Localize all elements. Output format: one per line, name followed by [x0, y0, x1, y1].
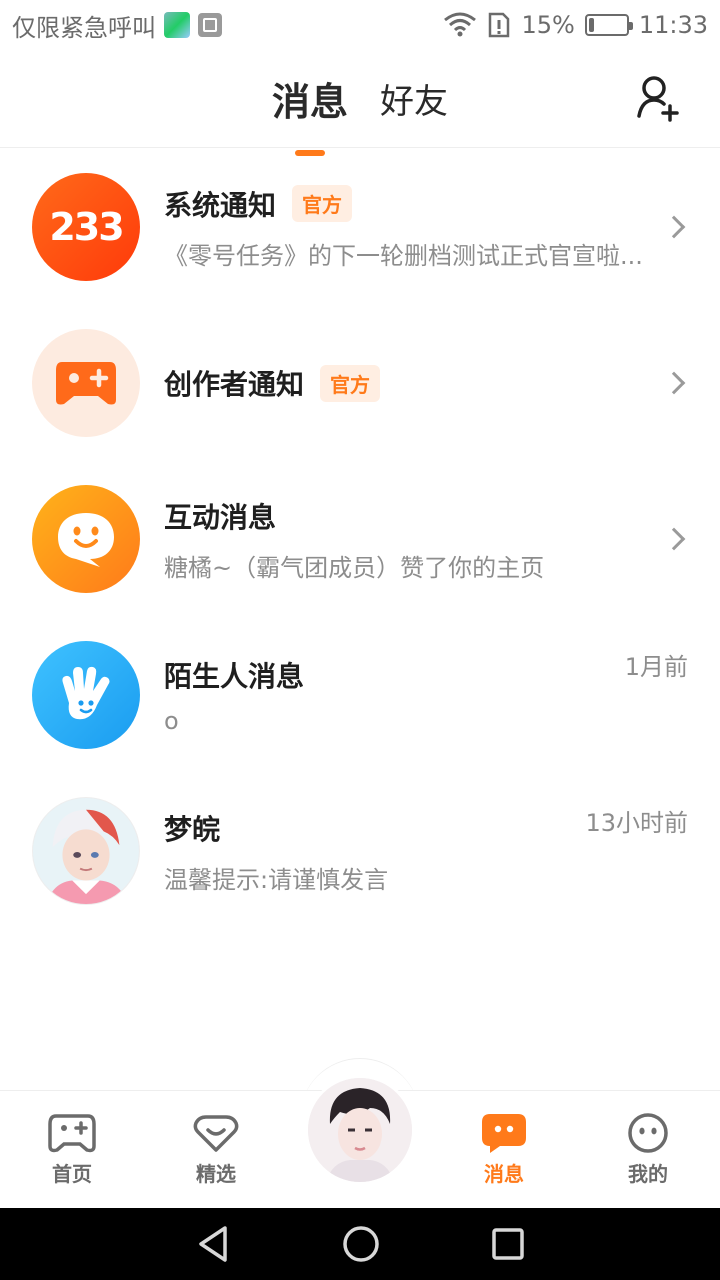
header: 消息 好友	[0, 50, 720, 148]
nav-mine[interactable]: 我的	[576, 1091, 720, 1208]
user-avatar	[32, 797, 140, 905]
official-badge: 官方	[320, 364, 381, 402]
smiley-icon	[628, 1113, 668, 1153]
list-item-body: 创作者通知 官方	[164, 363, 688, 403]
add-person-icon[interactable]	[636, 74, 680, 122]
list-item[interactable]: 陌生人消息 o 1月前	[0, 617, 720, 773]
title-line: 系统通知 官方	[164, 184, 688, 224]
image-notification-icon	[198, 13, 222, 37]
nav-center[interactable]	[288, 1075, 432, 1208]
tab-messages[interactable]: 消息	[272, 71, 348, 128]
title-line: 互动消息	[164, 496, 688, 536]
list-item-subtitle: 《零号任务》的下一轮删档测试正式官宣啦...	[164, 241, 643, 270]
anime-portrait-image	[33, 798, 139, 904]
list-item-time: 13小时前	[585, 809, 688, 837]
gamepad-icon	[48, 1114, 96, 1153]
system-notice-avatar: 233	[32, 173, 140, 281]
tab-bar: 消息 好友	[0, 50, 720, 148]
sim-alert-icon	[489, 12, 510, 38]
nav-messages-label: 消息	[484, 1162, 524, 1186]
title-line: 创作者通知 官方	[164, 363, 688, 403]
avatar-text: 233	[49, 205, 124, 249]
list-item-body: 陌生人消息 o	[164, 655, 688, 735]
nav-mine-label: 我的	[628, 1162, 668, 1186]
recents-icon[interactable]	[491, 1227, 525, 1261]
list-item-title: 梦皖	[164, 812, 221, 846]
nav-featured[interactable]: 精选	[144, 1091, 288, 1208]
gamepad-icon	[56, 362, 116, 405]
bottom-nav: 首页 精选 消息 我的	[0, 1075, 720, 1208]
list-item[interactable]: 233 系统通知 官方 《零号任务》的下一轮删档测试正式官宣啦...	[0, 149, 720, 305]
list-item-title: 系统通知	[164, 188, 277, 222]
profile-avatar[interactable]	[305, 1075, 415, 1185]
list-item[interactable]: 互动消息 糖橘~（霸气团成员）赞了你的主页	[0, 461, 720, 617]
clock: 11:33	[638, 11, 708, 39]
list-item[interactable]: 梦皖 温馨提示:请谨慎发言 13小时前	[0, 773, 720, 929]
list-item[interactable]: 创作者通知 官方	[0, 305, 720, 461]
interaction-avatar	[32, 485, 140, 593]
list-item-subtitle: 糖橘~（霸气团成员）赞了你的主页	[164, 553, 545, 582]
stranger-avatar	[32, 641, 140, 749]
official-badge: 官方	[292, 185, 353, 222]
nav-home[interactable]: 首页	[0, 1091, 144, 1208]
list-item-title: 互动消息	[164, 500, 277, 534]
back-icon[interactable]	[195, 1224, 231, 1264]
list-item-subtitle: 温馨提示:请谨慎发言	[164, 865, 389, 894]
creator-notice-avatar	[32, 329, 140, 437]
message-icon	[482, 1114, 526, 1153]
message-list: 233 系统通知 官方 《零号任务》的下一轮删档测试正式官宣啦... 创作者通知…	[0, 149, 720, 929]
list-item-body: 系统通知 官方 《零号任务》的下一轮删档测试正式官宣啦...	[164, 184, 688, 271]
profile-portrait-image	[308, 1078, 412, 1182]
notification-thumbnail-icon	[164, 12, 190, 38]
battery-icon	[584, 14, 633, 36]
list-item-title: 创作者通知	[164, 368, 305, 401]
nav-messages[interactable]: 消息	[432, 1091, 576, 1208]
heart-chat-icon	[193, 1115, 239, 1152]
title-line: 陌生人消息	[164, 655, 688, 695]
carrier-text: 仅限紧急呼叫	[12, 13, 156, 42]
list-item-subtitle: o	[164, 707, 179, 735]
status-bar: 仅限紧急呼叫 15% 11:33	[0, 0, 720, 50]
home-icon[interactable]	[342, 1225, 380, 1263]
status-right: 15% 11:33	[443, 11, 708, 39]
list-item-body: 互动消息 糖橘~（霸气团成员）赞了你的主页	[164, 496, 688, 583]
wifi-icon	[444, 12, 477, 37]
status-left: 仅限紧急呼叫	[12, 8, 222, 43]
battery-percent: 15%	[521, 11, 575, 39]
nav-home-label: 首页	[52, 1162, 92, 1186]
waving-hand-icon	[62, 666, 110, 720]
system-navigation-bar	[0, 1208, 720, 1280]
tab-friends[interactable]: 好友	[380, 74, 448, 125]
speech-bubble-smile-icon	[58, 513, 114, 567]
list-item-time: 1月前	[624, 653, 688, 681]
nav-featured-label: 精选	[196, 1162, 236, 1186]
battery-fill	[588, 18, 594, 32]
list-item-title: 陌生人消息	[164, 660, 305, 693]
